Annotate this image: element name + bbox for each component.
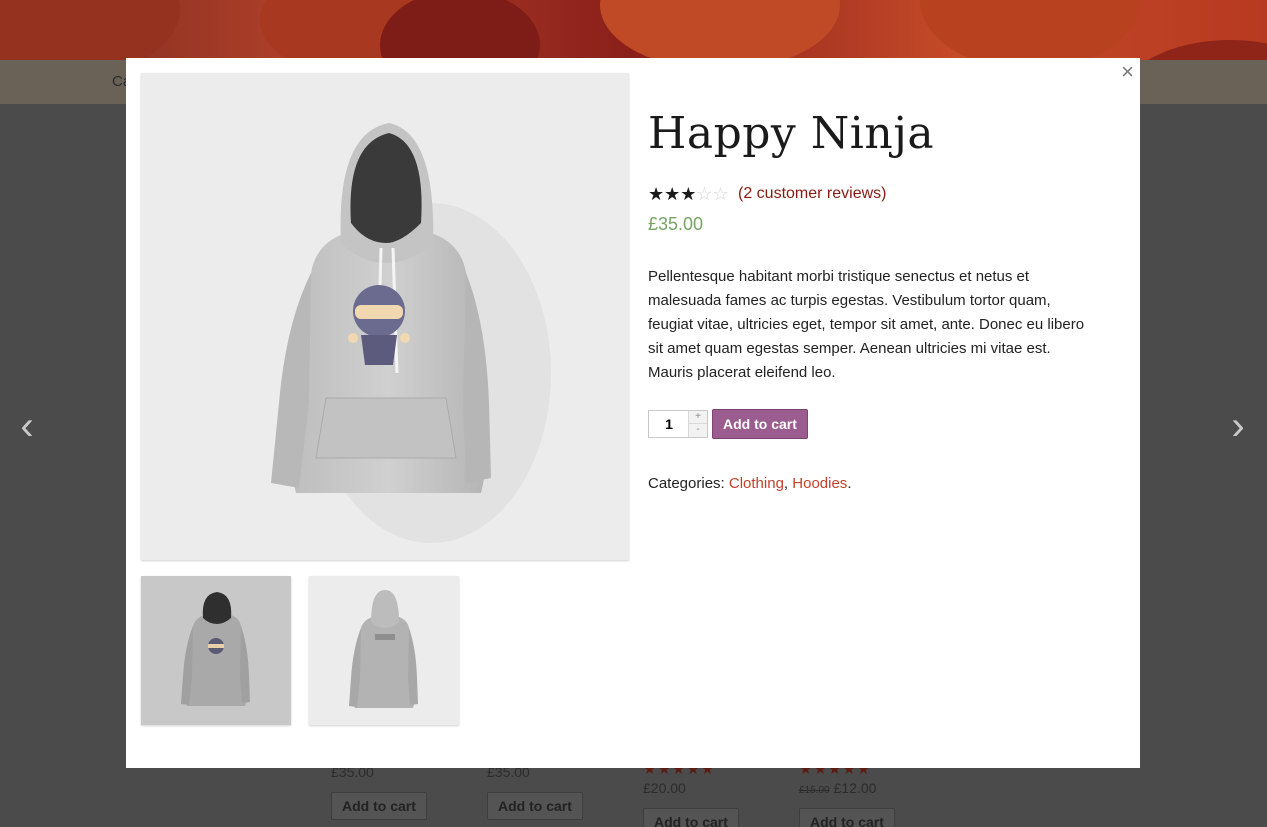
star-rating-icon: ☆☆☆☆☆ ★★★★★ (648, 185, 732, 203)
original-price: £15.00 (799, 785, 830, 796)
product-rating: ☆☆☆☆☆ ★★★★★ (2 customer reviews) (648, 184, 1098, 204)
product-main-image[interactable] (141, 73, 629, 560)
hoodie-front-image (271, 123, 551, 543)
filled-stars: ★★★★★ (648, 185, 698, 203)
product-card: ★★★★★ £20.00 Add to cart (643, 760, 739, 827)
product-card: £35.00 Add to cart (331, 764, 427, 820)
category-link-hoodies[interactable]: Hoodies (792, 475, 847, 492)
close-icon[interactable]: × (1121, 60, 1134, 84)
hoodie-back-thumbnail (349, 590, 418, 708)
product-summary: Happy Ninja ☆☆☆☆☆ ★★★★★ (2 customer revi… (648, 106, 1098, 492)
add-to-cart-form: + - Add to cart (648, 409, 1098, 439)
product-price: £35.00 (648, 214, 704, 234)
product-thumbnail-front[interactable] (141, 576, 291, 725)
hoodie-front-thumbnail (181, 592, 250, 706)
previous-product-arrow-icon[interactable]: ‹ (12, 406, 42, 446)
quantity-input[interactable] (649, 411, 689, 437)
add-to-cart-button[interactable]: Add to cart (643, 808, 739, 827)
product-thumbnail-back[interactable] (309, 576, 459, 725)
sale-price: £12.00 (833, 780, 877, 796)
add-to-cart-button[interactable]: Add to cart (331, 792, 427, 820)
quick-view-modal: × Happy Ninja ☆☆☆☆☆ ★★★ (2 customer revi… (126, 58, 1140, 768)
product-price-group: £15.00 £12.00 (799, 780, 895, 796)
add-to-cart-button[interactable]: Add to cart (712, 409, 808, 439)
product-card: ★★★★★ £15.00 £12.00 Add to cart (799, 760, 895, 827)
product-card: £35.00 Add to cart (487, 764, 583, 820)
customer-reviews-link[interactable]: (2 customer reviews) (738, 185, 886, 203)
next-product-arrow-icon[interactable]: › (1223, 406, 1253, 446)
product-description: Pellentesque habitant morbi tristique se… (648, 268, 1085, 381)
product-price: £20.00 (643, 780, 686, 796)
quantity-increase-button[interactable]: + (688, 411, 707, 424)
category-separator: , (783, 475, 793, 492)
quantity-decrease-button[interactable]: - (688, 424, 707, 437)
site-header-banner (0, 0, 1267, 60)
categories-label: Categories: (648, 475, 729, 492)
categories-end: . (847, 475, 852, 492)
product-title: Happy Ninja (648, 108, 935, 159)
add-to-cart-button[interactable]: Add to cart (799, 808, 895, 827)
quantity-stepper: + - (648, 410, 708, 438)
add-to-cart-button[interactable]: Add to cart (487, 792, 583, 820)
category-link-clothing[interactable]: Clothing (729, 475, 784, 492)
product-categories: Categories: Clothing, Hoodies. (648, 475, 1098, 492)
